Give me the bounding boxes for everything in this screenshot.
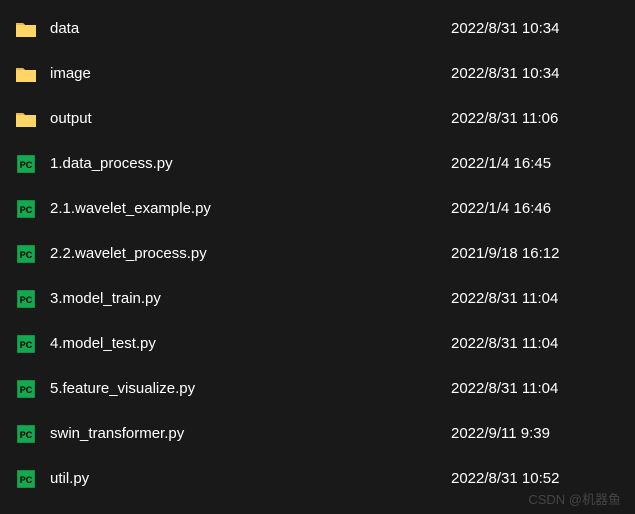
file-name: 2.1.wavelet_example.py xyxy=(50,200,439,217)
file-date: 2021/9/18 16:12 xyxy=(439,245,619,262)
file-name: data xyxy=(50,20,439,37)
svg-text:PC: PC xyxy=(20,160,33,170)
file-row[interactable]: PC 1.data_process.py 2022/1/4 16:45 xyxy=(0,141,635,186)
file-date: 2022/8/31 10:34 xyxy=(439,65,619,82)
file-date: 2022/8/31 11:06 xyxy=(439,110,619,127)
folder-icon xyxy=(16,109,36,129)
file-name: swin_transformer.py xyxy=(50,425,439,442)
file-date: 2022/8/31 11:04 xyxy=(439,380,619,397)
file-date: 2022/1/4 16:46 xyxy=(439,200,619,217)
file-name: 3.model_train.py xyxy=(50,290,439,307)
file-date: 2022/1/4 16:45 xyxy=(439,155,619,172)
file-name: util.py xyxy=(50,470,439,487)
file-row[interactable]: data 2022/8/31 10:34 xyxy=(0,6,635,51)
pycharm-file-icon: PC xyxy=(16,199,36,219)
svg-text:PC: PC xyxy=(20,340,33,350)
svg-text:PC: PC xyxy=(20,205,33,215)
folder-icon xyxy=(16,19,36,39)
file-date: 2022/9/11 9:39 xyxy=(439,425,619,442)
file-row[interactable]: image 2022/8/31 10:34 xyxy=(0,51,635,96)
file-name: 4.model_test.py xyxy=(50,335,439,352)
file-row[interactable]: PC 2.1.wavelet_example.py 2022/1/4 16:46 xyxy=(0,186,635,231)
file-row[interactable]: PC 4.model_test.py 2022/8/31 11:04 xyxy=(0,321,635,366)
svg-text:PC: PC xyxy=(20,250,33,260)
folder-icon xyxy=(16,64,36,84)
pycharm-file-icon: PC xyxy=(16,379,36,399)
file-date: 2022/8/31 10:52 xyxy=(439,470,619,487)
file-name: image xyxy=(50,65,439,82)
svg-text:PC: PC xyxy=(20,295,33,305)
file-row[interactable]: PC 5.feature_visualize.py 2022/8/31 11:0… xyxy=(0,366,635,411)
svg-text:PC: PC xyxy=(20,385,33,395)
pycharm-file-icon: PC xyxy=(16,154,36,174)
pycharm-file-icon: PC xyxy=(16,244,36,264)
file-date: 2022/8/31 10:34 xyxy=(439,20,619,37)
svg-text:PC: PC xyxy=(20,475,33,485)
file-row[interactable]: PC swin_transformer.py 2022/9/11 9:39 xyxy=(0,411,635,456)
svg-text:PC: PC xyxy=(20,430,33,440)
file-row[interactable]: output 2022/8/31 11:06 xyxy=(0,96,635,141)
file-list: data 2022/8/31 10:34 image 2022/8/31 10:… xyxy=(0,0,635,507)
file-name: 2.2.wavelet_process.py xyxy=(50,245,439,262)
file-date: 2022/8/31 11:04 xyxy=(439,335,619,352)
file-row[interactable]: PC 3.model_train.py 2022/8/31 11:04 xyxy=(0,276,635,321)
file-row[interactable]: PC util.py 2022/8/31 10:52 xyxy=(0,456,635,501)
file-row[interactable]: PC 2.2.wavelet_process.py 2021/9/18 16:1… xyxy=(0,231,635,276)
pycharm-file-icon: PC xyxy=(16,424,36,444)
pycharm-file-icon: PC xyxy=(16,334,36,354)
pycharm-file-icon: PC xyxy=(16,289,36,309)
file-name: output xyxy=(50,110,439,127)
file-date: 2022/8/31 11:04 xyxy=(439,290,619,307)
pycharm-file-icon: PC xyxy=(16,469,36,489)
file-name: 1.data_process.py xyxy=(50,155,439,172)
file-name: 5.feature_visualize.py xyxy=(50,380,439,397)
